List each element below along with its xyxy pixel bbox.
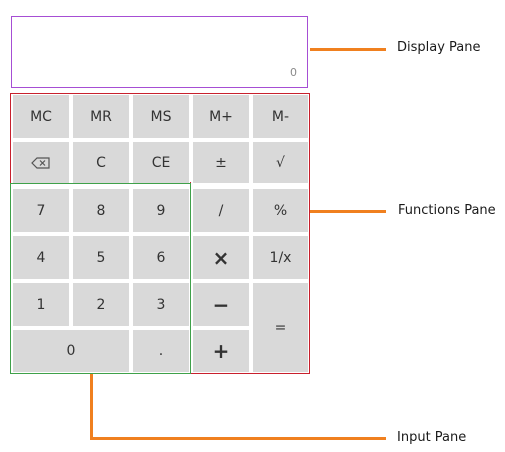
display-pane: 0 [11,16,308,88]
digit-0-button[interactable]: 0 [13,330,129,372]
equals-button[interactable]: = [253,283,308,372]
digit-6-button[interactable]: 6 [133,236,189,279]
input-pane-label: Input Pane [397,430,467,445]
clear-button[interactable]: C [73,142,129,183]
digit-8-button[interactable]: 8 [73,189,129,232]
backspace-icon [31,156,51,169]
clear-entry-button[interactable]: CE [133,142,189,183]
digit-4-button[interactable]: 4 [13,236,69,279]
divide-button[interactable]: / [193,189,249,232]
digit-1-button[interactable]: 1 [13,283,69,326]
mc-button[interactable]: MC [13,95,69,138]
input-pane-connector-horizontal [90,437,386,440]
m-minus-button[interactable]: M- [253,95,308,138]
digit-3-button[interactable]: 3 [133,283,189,326]
display-value: 0 [290,66,297,79]
digit-7-button[interactable]: 7 [13,189,69,232]
input-pane-connector-vertical [90,374,93,440]
display-pane-label: Display Pane [397,40,481,55]
digit-5-button[interactable]: 5 [73,236,129,279]
decimal-button[interactable]: . [133,330,189,372]
reciprocal-button[interactable]: 1/x [253,236,308,279]
plus-minus-button[interactable]: ± [193,142,249,183]
digit-2-button[interactable]: 2 [73,283,129,326]
digit-9-button[interactable]: 9 [133,189,189,232]
minus-button[interactable]: − [193,283,249,326]
m-plus-button[interactable]: M+ [193,95,249,138]
display-pane-connector [310,48,386,51]
functions-pane-connector [310,210,386,213]
backspace-button[interactable] [13,142,69,183]
multiply-button[interactable]: × [193,236,249,279]
mr-button[interactable]: MR [73,95,129,138]
plus-button[interactable]: + [193,330,249,372]
functions-pane-label: Functions Pane [398,203,496,218]
percent-button[interactable]: % [253,189,308,232]
sqrt-button[interactable]: √ [253,142,308,183]
ms-button[interactable]: MS [133,95,189,138]
functions-pane-divider [190,182,191,374]
